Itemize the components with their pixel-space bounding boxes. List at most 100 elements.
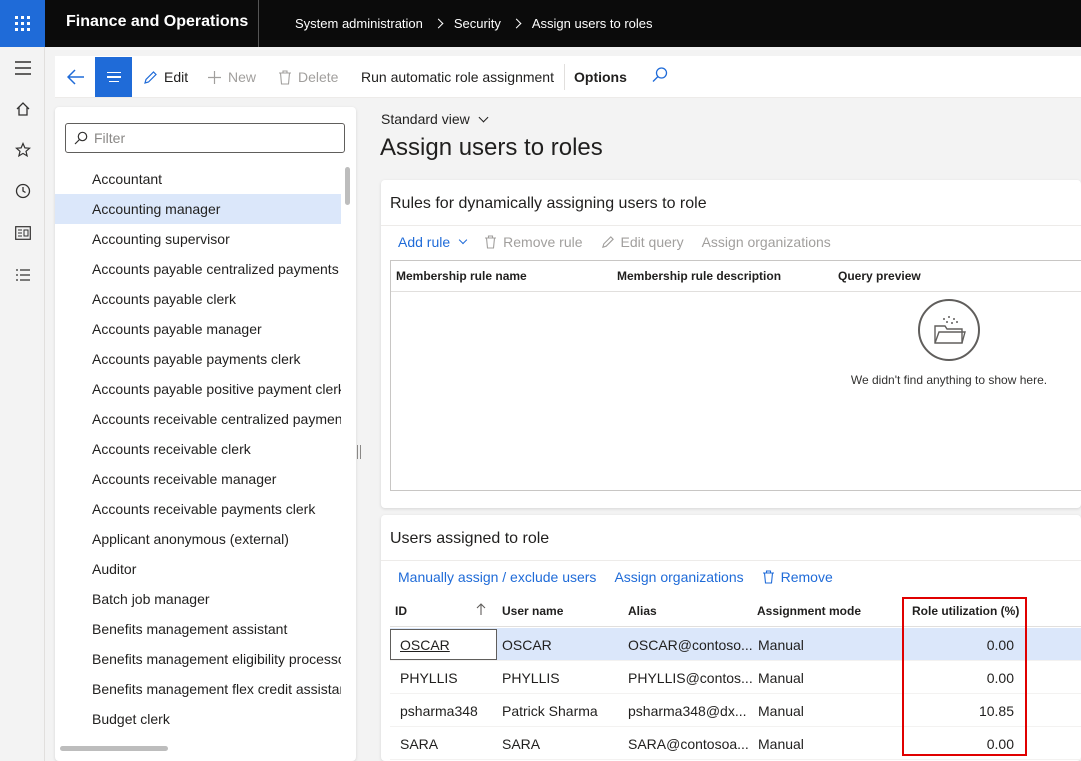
delete-label: Delete [298,69,339,85]
add-rule-label: Add rule [398,234,451,250]
column-header-alias[interactable]: Alias [628,604,657,618]
list-item[interactable]: Accounts payable centralized payments cl… [55,254,341,284]
column-header-query-preview[interactable]: Query preview [838,261,921,292]
app-launcher-icon[interactable] [0,0,45,47]
list-item[interactable]: Accounts payable clerk [55,284,341,314]
filter-input[interactable] [94,130,334,146]
breadcrumb: System administration Security Assign us… [295,16,653,31]
remove-rule-label: Remove rule [503,234,583,250]
cell-role-utilization: 0.00 [986,637,1014,653]
list-item[interactable]: Accounts receivable centralized payments… [55,404,341,434]
pencil-icon [601,236,614,248]
manually-assign-exclude-users-button[interactable]: Manually assign / exclude users [398,569,596,585]
cell-user-name: PHYLLIS [502,670,560,686]
list-item[interactable]: Accounts payable positive payment clerk [55,374,341,404]
users-card: Users assigned to role Manually assign /… [381,515,1081,761]
list-item[interactable]: Benefits management assistant [55,614,341,644]
table-row[interactable]: OSCAR OSCAR OSCAR@contoso... Manual 0.00 [390,628,1081,661]
list-item[interactable]: Accounts payable payments clerk [55,344,341,374]
new-button[interactable]: New [207,69,256,85]
list-item[interactable]: Accounts receivable clerk [55,434,341,464]
cell-id: PHYLLIS [400,670,458,686]
view-selector[interactable]: Standard view [381,111,489,127]
empty-state-message: We didn't find anything to show here. [850,373,1048,387]
users-card-title[interactable]: Users assigned to role [390,530,549,548]
workspace-icon[interactable] [0,219,45,247]
cell-role-utilization: 0.00 [986,736,1014,752]
rules-card: Rules for dynamically assigning users to… [381,180,1081,508]
list-icon[interactable] [0,261,45,289]
cell-id[interactable]: OSCAR [400,637,450,653]
remove-rule-button[interactable]: Remove rule [484,234,583,250]
cell-role-utilization: 0.00 [986,670,1014,686]
list-item[interactable]: Batch job manager [55,584,341,614]
search-icon[interactable] [651,66,671,86]
cell-id: psharma348 [400,703,478,719]
role-list-panel: AccountantAccounting managerAccounting s… [55,107,356,761]
remove-button[interactable]: Remove [762,569,833,585]
cell-role-utilization: 10.85 [978,703,1014,719]
list-item[interactable]: Benefits management eligibility processo… [55,644,341,674]
column-header-membership-rule-name[interactable]: Membership rule name [396,261,527,292]
trash-icon [279,69,291,85]
navigation-rail [0,47,45,761]
star-icon[interactable] [0,136,45,164]
home-icon[interactable] [0,95,45,123]
rules-toolbar: Add rule Remove rule Edit query Assign o… [398,234,831,250]
list-item[interactable]: Accounts receivable manager [55,464,341,494]
assign-organizations-button[interactable]: Assign organizations [702,234,831,250]
cell-alias: OSCAR@contoso... [628,637,753,653]
table-row[interactable]: PHYLLIS PHYLLIS PHYLLIS@contos... Manual 0.0… [390,661,1081,694]
edit-query-label: Edit query [620,234,684,250]
vertical-scrollbar[interactable] [345,167,350,205]
delete-button[interactable]: Delete [278,69,338,85]
back-arrow-icon[interactable] [63,64,89,90]
column-header-user-name[interactable]: User name [502,604,563,618]
cell-assignment-mode: Manual [758,637,804,653]
card-divider [381,560,1081,561]
sort-ascending-icon[interactable] [476,603,486,616]
trash-icon [485,235,497,249]
table-row[interactable]: psharma348 Patrick Sharma psharma348@dx...… [390,694,1081,727]
column-header-assignment-mode[interactable]: Assignment mode [757,604,861,618]
list-item[interactable]: Benefits management flex credit assistan… [55,674,341,704]
chevron-right-icon [511,18,522,29]
column-header-membership-rule-description[interactable]: Membership rule description [617,261,781,292]
list-item[interactable]: Accounting manager [55,194,341,224]
filter-box[interactable] [65,123,345,153]
breadcrumb-system-administration[interactable]: System administration [295,16,423,31]
rules-card-title[interactable]: Rules for dynamically assigning users to… [390,195,707,213]
header-divider [391,291,1081,292]
column-header-role-utilization[interactable]: Role utilization (%) [912,604,1019,618]
list-item[interactable]: Accounts receivable payments clerk [55,494,341,524]
add-rule-button[interactable]: Add rule [398,234,468,250]
list-item[interactable]: Applicant anonymous (external) [55,524,341,554]
edit-button[interactable]: Edit [143,69,188,85]
run-automatic-role-assignment-button[interactable]: Run automatic role assignment [361,69,554,85]
clock-icon[interactable] [0,177,45,205]
list-item[interactable]: Budget clerk [55,704,341,734]
breadcrumb-security[interactable]: Security [454,16,501,31]
table-row[interactable]: SARA SARA SARA@contosoa... Manual 0.00 [390,727,1081,760]
column-header-id[interactable]: ID [395,604,407,618]
cell-id: SARA [400,736,439,752]
list-item[interactable]: Accountant [55,164,341,194]
app-title[interactable]: Finance and Operations [66,13,248,31]
hamburger-icon[interactable] [0,54,45,82]
pane-splitter-handle[interactable] [357,445,361,459]
list-item[interactable]: Accounting supervisor [55,224,341,254]
plus-icon [208,70,221,84]
list-item[interactable]: Auditor [55,554,341,584]
assign-organizations-button[interactable]: Assign organizations [614,569,743,585]
list-item[interactable]: Accounts payable manager [55,314,341,344]
users-grid: ID User name Alias Assignment mode Role … [390,595,1081,761]
edit-query-button[interactable]: Edit query [601,234,684,250]
cell-user-name: Patrick Sharma [502,703,598,719]
action-menu-button[interactable] [95,57,132,97]
options-tab[interactable]: Options [574,69,627,85]
top-bar: Finance and Operations System administra… [0,0,1081,47]
breadcrumb-assign-users-to-roles[interactable]: Assign users to roles [532,16,653,31]
new-label: New [228,69,257,85]
users-grid-header: ID User name Alias Assignment mode Role … [390,595,1081,627]
horizontal-scrollbar[interactable] [60,746,168,751]
